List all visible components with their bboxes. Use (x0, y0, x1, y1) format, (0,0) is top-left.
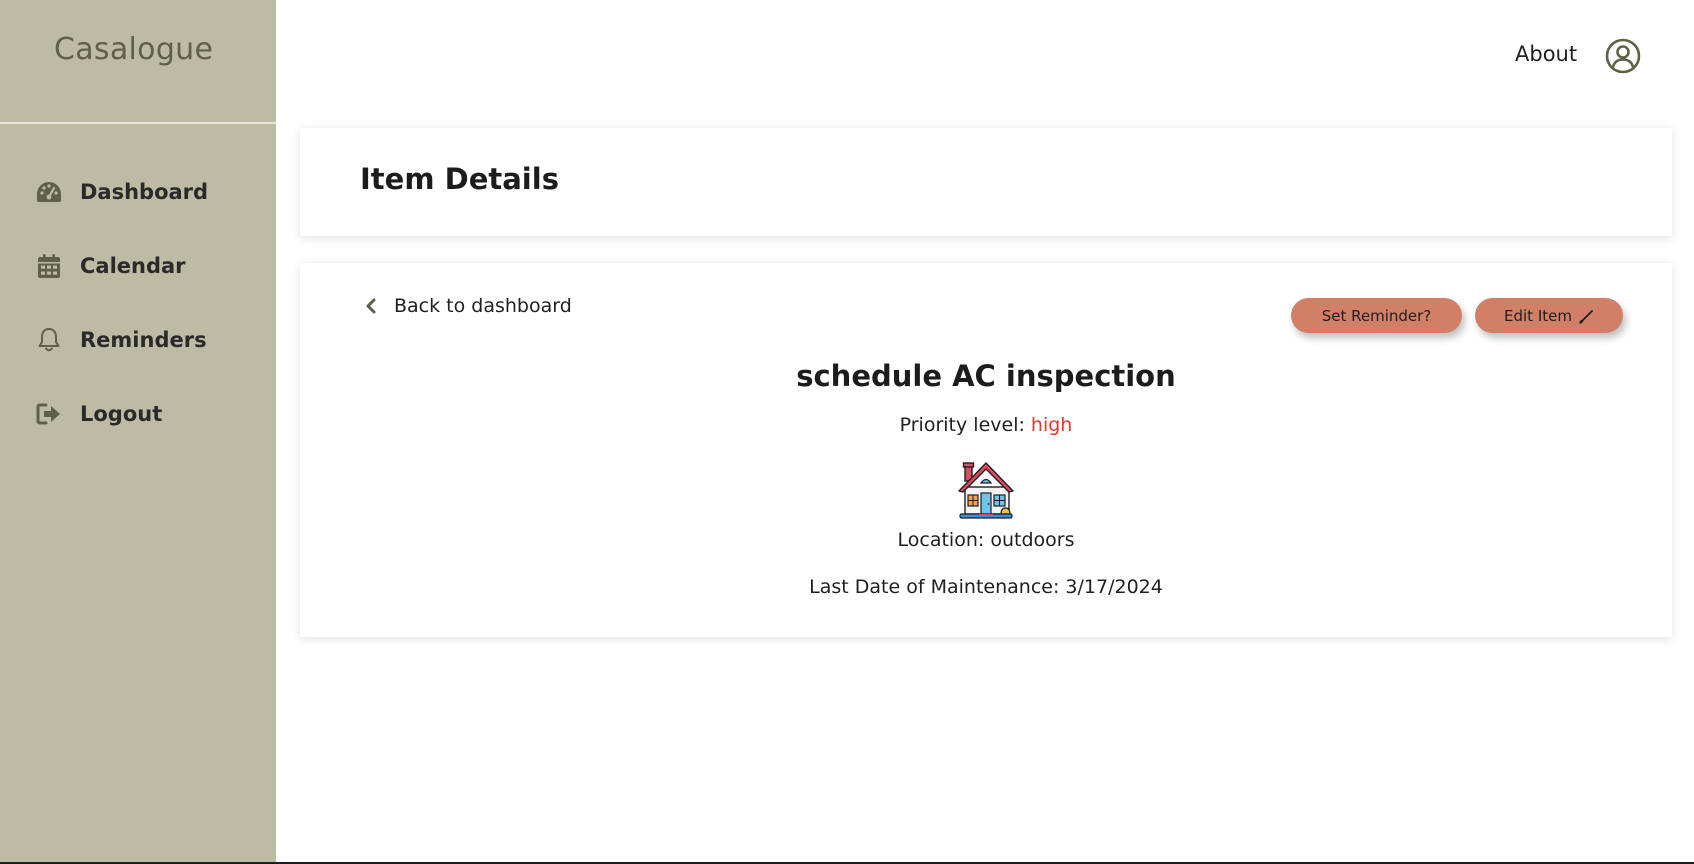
sidebar: Casalogue Dashboard Calendar Reminders L… (0, 0, 276, 862)
sidebar-item-label: Logout (80, 402, 163, 426)
item-details-card: Back to dashboard Set Reminder? Edit Ite… (300, 263, 1672, 637)
sidebar-item-reminders[interactable]: Reminders (34, 320, 254, 360)
about-link[interactable]: About (1515, 42, 1577, 66)
location-value: outdoors (990, 529, 1075, 551)
sidebar-item-label: Reminders (80, 328, 207, 352)
location-row: Location: outdoors (300, 529, 1672, 551)
item-image (300, 459, 1672, 521)
calendar-icon (34, 251, 64, 281)
bell-icon (34, 325, 64, 355)
brand-logo-text[interactable]: Casalogue (54, 32, 213, 67)
user-circle-icon[interactable] (1605, 38, 1641, 74)
house-icon (958, 462, 1014, 519)
sidebar-item-dashboard[interactable]: Dashboard (34, 172, 254, 212)
item-title: schedule AC inspection (796, 359, 1176, 393)
page-title: Item Details (360, 162, 559, 196)
pencil-icon (1579, 309, 1593, 324)
sidebar-item-label: Calendar (80, 254, 186, 278)
maintenance-label: Last Date of Maintenance: (809, 576, 1060, 598)
sidebar-item-logout[interactable]: Logout (34, 394, 254, 434)
dashboard-gauge-icon (34, 177, 64, 207)
priority-value: high (1030, 414, 1073, 436)
back-to-dashboard-link[interactable]: Back to dashboard (364, 295, 572, 317)
edit-item-label: Edit Item (1504, 306, 1572, 325)
sidebar-item-label: Dashboard (80, 180, 209, 204)
priority-row: Priority level: high (300, 414, 1672, 436)
back-link-label: Back to dashboard (394, 295, 572, 317)
set-reminder-label: Set Reminder? (1321, 306, 1432, 325)
set-reminder-button[interactable]: Set Reminder? (1291, 298, 1462, 333)
logout-icon (34, 399, 64, 429)
app-root: Casalogue Dashboard Calendar Reminders L… (0, 0, 1694, 864)
sidebar-item-calendar[interactable]: Calendar (34, 246, 254, 286)
page-header-card: Item Details (300, 128, 1672, 236)
brand-header: Casalogue (0, 0, 276, 124)
maintenance-value: 3/17/2024 (1065, 576, 1163, 598)
priority-label: Priority level: (899, 414, 1025, 436)
edit-item-button[interactable]: Edit Item (1475, 298, 1623, 333)
chevron-left-icon (366, 298, 376, 314)
maintenance-row: Last Date of Maintenance: 3/17/2024 (300, 576, 1672, 598)
location-label: Location: (897, 529, 985, 551)
